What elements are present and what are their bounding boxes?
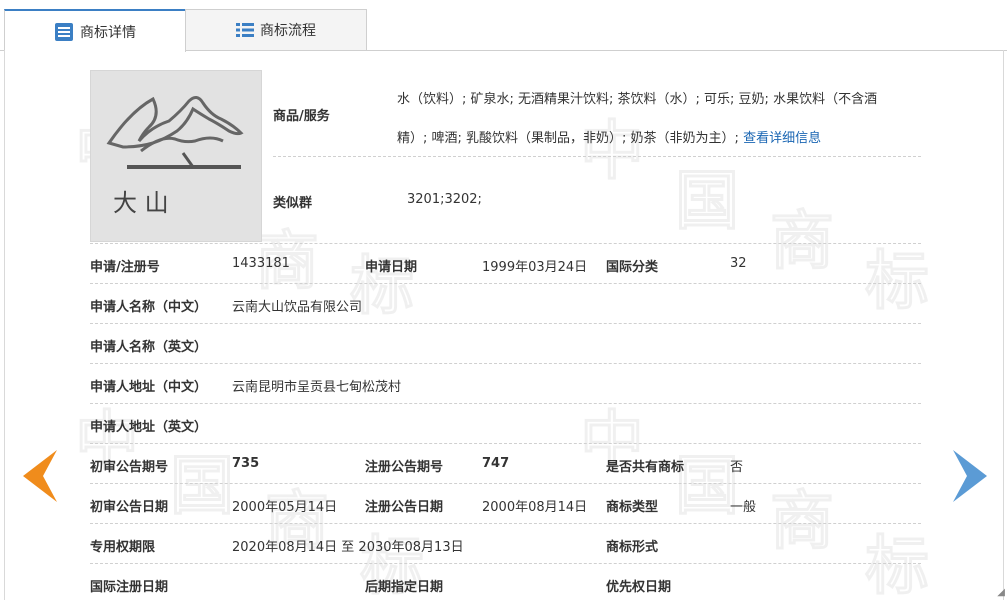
applicant-cn-label: 申请人名称（中文） xyxy=(90,300,208,315)
tab-label: 商标详情 xyxy=(80,24,136,41)
watermark-char: 标 xyxy=(865,530,930,600)
goods-services-label: 商品/服务 xyxy=(273,109,330,124)
reg-date-label: 注册公告日期 xyxy=(365,500,444,515)
resize-handle-icon[interactable]: ◢ xyxy=(997,587,1005,598)
exclusive-period-label: 专用权期限 xyxy=(90,540,156,555)
divider xyxy=(90,563,921,564)
divider xyxy=(90,443,921,444)
next-arrow-icon[interactable] xyxy=(951,450,987,506)
reg-no-value: 1433181 xyxy=(232,256,290,271)
mountain-logo-icon: 大 山 xyxy=(91,71,261,241)
list-icon xyxy=(236,22,254,38)
divider xyxy=(273,156,921,157)
goods-services-value: 水（饮料）; 矿泉水; 无酒精果汁饮料; 茶饮料（水）; 可乐; 豆奶; 水果饮… xyxy=(397,80,917,158)
address-en-label: 申请人地址（英文） xyxy=(90,420,208,435)
reg-no-label: 申请/注册号 xyxy=(90,260,160,275)
trademark-detail-panel: 中 国 商 标 商 标 中 中 国 商 标 中 国 商 标 大 山 商品/服务 … xyxy=(4,50,1004,600)
divider xyxy=(90,283,921,284)
view-details-link[interactable]: 查看详细信息 xyxy=(743,131,821,146)
shared-label: 是否共有商标 xyxy=(606,460,685,475)
tab-label: 商标流程 xyxy=(260,23,316,39)
similar-group-value: 3201;3202; xyxy=(407,192,482,207)
divider xyxy=(90,323,921,324)
intl-reg-date-label: 国际注册日期 xyxy=(90,580,169,595)
prelim-date-label: 初审公告日期 xyxy=(90,500,169,515)
reg-date-value: 2000年08月14日 xyxy=(482,500,588,515)
prelim-issue-label: 初审公告期号 xyxy=(90,460,169,475)
prelim-date-value: 2000年05月14日 xyxy=(232,500,338,515)
divider xyxy=(90,243,921,244)
address-cn-value: 云南昆明市呈贡县七甸松茂村 xyxy=(232,380,402,395)
prelim-issue-value: 735 xyxy=(232,456,260,471)
divider xyxy=(90,403,921,404)
similar-group-label: 类似群 xyxy=(273,196,313,211)
goods-line-1: 水（饮料）; 矿泉水; 无酒精果汁饮料; 茶饮料（水）; 可乐; 豆奶; 水果饮… xyxy=(397,92,878,107)
divider xyxy=(90,363,921,364)
mark-type-value: 一般 xyxy=(730,500,757,515)
apply-date-label: 申请日期 xyxy=(365,260,418,275)
applicant-en-label: 申请人名称（英文） xyxy=(90,340,208,355)
goods-line-2-text: 精）; 啤酒; 乳酸饮料（果制品，非奶）; 奶茶（非奶为主）; xyxy=(397,131,744,146)
later-designation-label: 后期指定日期 xyxy=(365,580,444,595)
apply-date-value: 1999年03月24日 xyxy=(482,260,588,275)
reg-issue-value: 747 xyxy=(482,456,510,471)
mark-form-label: 商标形式 xyxy=(606,540,659,555)
tab-trademark-details[interactable]: 商标详情 xyxy=(4,9,186,52)
priority-date-label: 优先权日期 xyxy=(606,580,672,595)
divider xyxy=(90,483,921,484)
intl-class-label: 国际分类 xyxy=(606,260,659,275)
divider xyxy=(90,523,921,524)
trademark-logo: 大 山 xyxy=(90,70,262,242)
watermark-char: 国 xyxy=(170,450,235,525)
reg-issue-label: 注册公告期号 xyxy=(365,460,444,475)
exclusive-period-value: 2020年08月14日 至 2030年08月13日 xyxy=(232,540,464,555)
applicant-cn-value: 云南大山饮品有限公司 xyxy=(232,300,363,315)
mark-type-label: 商标类型 xyxy=(606,500,659,515)
document-list-icon xyxy=(54,22,74,42)
tab-bar: 商标详情 商标流程 xyxy=(0,0,1007,52)
watermark-char: 商 xyxy=(770,205,835,280)
tab-trademark-process[interactable]: 商标流程 xyxy=(185,9,367,50)
shared-value: 否 xyxy=(730,460,744,475)
goods-line-2: 精）; 啤酒; 乳酸饮料（果制品，非奶）; 奶茶（非奶为主）; 查看详细信息 xyxy=(397,119,917,158)
address-cn-label: 申请人地址（中文） xyxy=(90,380,208,395)
intl-class-value: 32 xyxy=(730,256,747,271)
previous-arrow-icon[interactable] xyxy=(23,450,59,506)
watermark-char: 国 xyxy=(675,165,740,240)
logo-chars: 大 山 xyxy=(113,189,169,217)
